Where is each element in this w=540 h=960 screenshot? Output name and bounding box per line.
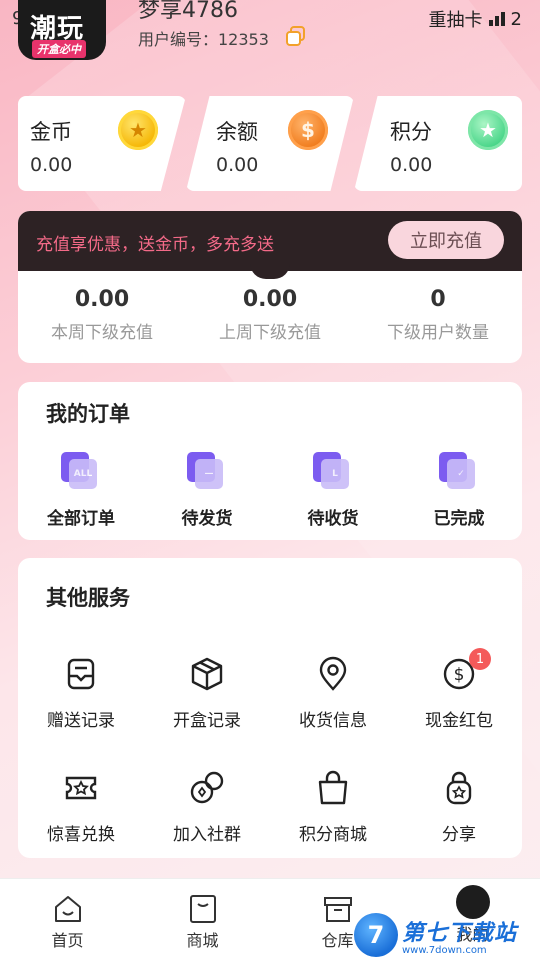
stat-value: 0.00 — [242, 287, 298, 312]
svg-text:$: $ — [454, 665, 465, 685]
shopping-bag-icon — [315, 770, 351, 806]
stat-label: 上周下级充值 — [219, 323, 321, 343]
services-title: 其他服务 — [46, 586, 130, 610]
stat-value: 0.00 — [74, 287, 130, 312]
order-to-receive[interactable]: L 待收货 — [270, 452, 396, 529]
stat-label: 下级用户数量 — [387, 323, 489, 343]
dollar-coin-icon: $ — [288, 110, 328, 150]
to-ship-icon: — — [187, 452, 227, 490]
service-label: 分享 — [442, 825, 476, 845]
stat-this-week[interactable]: 0.00 本周下级充值 — [18, 287, 186, 343]
service-gift-record[interactable]: 赠送记录 — [18, 656, 144, 731]
service-join-community[interactable]: 加入社群 — [144, 770, 270, 845]
site-watermark: 7 第七下载站 www.7down.com — [354, 910, 540, 960]
logo-tag: 开盒必中 — [32, 40, 86, 58]
cash-redpacket-icon: $ 1 — [441, 648, 491, 692]
recharge-panel: 充值享优惠，送金币，多充多送 立即充值 0.00 本周下级充值 0.00 上周下… — [18, 211, 522, 363]
gift-record-icon — [63, 656, 99, 692]
user-id: 用户编号：12353 — [138, 30, 269, 49]
orders-title: 我的订单 — [46, 402, 130, 426]
completed-icon: ✓ — [439, 452, 479, 490]
service-label: 开盒记录 — [173, 711, 241, 731]
services-row: 赠送记录 开盒记录 收货信息 $ 1 现金红包 — [18, 648, 522, 731]
service-surprise-exchange[interactable]: 惊喜兑换 — [18, 770, 144, 845]
wallet-value: 0.00 — [30, 154, 73, 176]
username: 梦享4786 — [138, 0, 238, 23]
status-right-number: 2 — [510, 8, 522, 30]
ticket-exchange-icon — [63, 770, 99, 806]
home-icon — [54, 896, 81, 922]
box-record-icon — [189, 656, 225, 692]
service-share[interactable]: 分享 — [396, 770, 522, 845]
my-orders-panel: 我的订单 ALL 全部订单 — 待发货 L 待收货 ✓ 已完成 — [18, 382, 522, 540]
stat-last-week[interactable]: 0.00 上周下级充值 — [186, 287, 354, 343]
services-row: 惊喜兑换 加入社群 积分商城 分享 — [18, 770, 522, 845]
service-cash-redpacket[interactable]: $ 1 现金红包 — [396, 648, 522, 731]
recharge-banner: 充值享优惠，送金币，多充多送 立即充值 — [18, 211, 522, 271]
order-to-ship[interactable]: — 待发货 — [144, 452, 270, 529]
other-services-panel: 其他服务 赠送记录 开盒记录 收货信息 $ 1 现金红包 惊喜兑换 加入社群 积… — [18, 558, 522, 858]
service-points-mall[interactable]: 积分商城 — [270, 770, 396, 845]
status-bar-right: 重抽卡 2 — [429, 6, 522, 32]
order-completed[interactable]: ✓ 已完成 — [396, 452, 522, 529]
nav-mall[interactable]: 商城 — [135, 879, 270, 960]
gold-coin-icon: ★ — [118, 110, 158, 150]
watermark-title: 第七下载站 — [402, 920, 518, 946]
wallet-label: 积分 — [390, 120, 432, 144]
share-icon — [441, 770, 477, 806]
referral-stats: 0.00 本周下级充值 0.00 上周下级充值 0 下级用户数量 — [18, 287, 522, 343]
status-right-text: 重抽卡 — [428, 10, 483, 31]
stat-label: 本周下级充值 — [51, 323, 153, 343]
service-label: 积分商城 — [299, 825, 367, 845]
nav-label: 仓库 — [321, 931, 354, 950]
wallet-cards: 金币 0.00 ★ 余额 0.00 $ 积分 0.00 ★ — [18, 96, 522, 191]
signal-icon — [488, 12, 505, 26]
warehouse-icon — [323, 897, 352, 922]
watermark-logo: 7 — [354, 913, 398, 957]
copy-icon[interactable] — [284, 24, 308, 48]
notification-badge: 1 — [469, 648, 491, 670]
wallet-label: 金币 — [30, 120, 72, 144]
order-label: 待发货 — [181, 509, 233, 529]
nav-label: 首页 — [51, 931, 84, 950]
order-all[interactable]: ALL 全部订单 — [18, 452, 144, 529]
recharge-promo-text: 充值享优惠，送金币，多充多送 — [36, 235, 274, 255]
mall-icon — [189, 895, 216, 923]
wallet-label: 余额 — [216, 120, 258, 144]
service-label: 加入社群 — [173, 825, 241, 845]
service-label: 收货信息 — [299, 711, 367, 731]
wallet-value: 0.00 — [216, 154, 259, 176]
stat-value: 0 — [430, 287, 446, 312]
nav-home[interactable]: 首页 — [0, 879, 135, 960]
banner-notch — [250, 263, 290, 279]
all-orders-icon: ALL — [61, 452, 101, 490]
service-label: 现金红包 — [425, 711, 493, 731]
service-shipping-info[interactable]: 收货信息 — [270, 656, 396, 731]
to-receive-icon: L — [313, 452, 353, 490]
nav-label: 商城 — [186, 931, 219, 950]
service-label: 赠送记录 — [47, 711, 115, 731]
community-icon — [189, 770, 225, 806]
order-status-row: ALL 全部订单 — 待发货 L 待收货 ✓ 已完成 — [18, 452, 522, 529]
service-box-record[interactable]: 开盒记录 — [144, 656, 270, 731]
service-label: 惊喜兑换 — [47, 825, 115, 845]
wallet-value: 0.00 — [390, 154, 433, 176]
wallet-card-gold[interactable]: 金币 0.00 ★ — [18, 96, 186, 191]
profile-header: 9 潮玩 开盒必中 梦享4786 用户编号：12353 重抽卡 2 — [0, 0, 540, 80]
stat-sub-users[interactable]: 0 下级用户数量 — [354, 287, 522, 343]
order-label: 待收货 — [307, 509, 359, 529]
location-pin-icon — [315, 656, 351, 692]
wallet-card-points[interactable]: 积分 0.00 ★ — [354, 96, 522, 191]
order-label: 全部订单 — [47, 509, 115, 529]
wallet-card-balance[interactable]: 余额 0.00 $ — [186, 96, 354, 191]
watermark-text: 第七下载站 www.7down.com — [402, 915, 517, 956]
order-label: 已完成 — [433, 509, 485, 529]
app-logo: 潮玩 开盒必中 — [18, 0, 106, 60]
star-coin-icon: ★ — [468, 110, 508, 150]
recharge-now-button[interactable]: 立即充值 — [388, 221, 504, 259]
